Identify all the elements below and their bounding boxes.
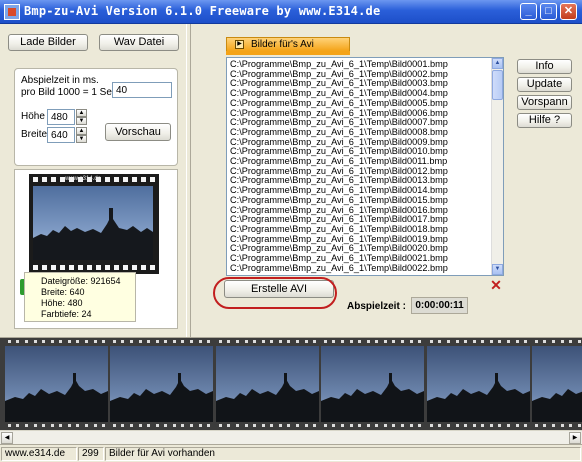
film-caption: www.e314.de (65, 176, 102, 182)
preview-button[interactable]: Vorschau (105, 123, 171, 141)
duration-label-line1: Abspielzeit in ms. (21, 75, 99, 86)
close-button[interactable]: ✕ (560, 3, 577, 20)
file-height: Höhe: 480 (41, 298, 83, 308)
tab-underline (226, 51, 350, 55)
height-input[interactable]: 480 (47, 109, 75, 125)
scroll-left-icon[interactable]: ◀ (1, 432, 13, 444)
highlight-ring (213, 277, 337, 309)
play-icon: ▶ (235, 40, 244, 49)
thumbnail-frame[interactable] (321, 339, 424, 429)
duration-input[interactable]: 40 (112, 82, 172, 98)
preview-image (33, 186, 153, 260)
spin-down-icon[interactable]: ▼ (76, 117, 87, 125)
file-width: Breite: 640 (41, 287, 85, 297)
scroll-down-icon[interactable]: ▼ (492, 264, 503, 275)
info-button[interactable]: Info (517, 59, 572, 74)
height-label: Höhe (21, 111, 45, 122)
thumbnail-frame[interactable] (532, 339, 582, 429)
file-list-items: C:\Programme\Bmp_zu_Avi_6_1\Temp\Bild000… (227, 58, 503, 273)
scroll-thumb[interactable] (492, 70, 503, 100)
file-color-depth: Farbtiefe: 24 (41, 309, 92, 319)
file-list[interactable]: C:\Programme\Bmp_zu_Avi_6_1\Temp\Bild000… (226, 57, 504, 276)
thumbnail-frame[interactable] (427, 339, 530, 429)
scroll-right-icon[interactable]: ▶ (569, 432, 581, 444)
title-bar: Bmp-zu-Avi Version 6.1.0 Freeware by www… (0, 0, 582, 24)
status-site: www.e314.de (1, 447, 77, 461)
maximize-button[interactable]: □ (540, 3, 557, 20)
status-count: 299 (78, 447, 104, 461)
help-button[interactable]: Hilfe ? (517, 113, 572, 128)
spin-down-icon[interactable]: ▼ (76, 135, 87, 143)
file-info-box: Dateigröße: 921654 Breite: 640 Höhe: 480… (24, 272, 136, 322)
file-list-scrollbar[interactable]: ▲ ▼ (491, 58, 503, 275)
total-duration-label: Abspielzeit : (347, 301, 406, 312)
load-images-button[interactable]: Lade Bilder (8, 34, 88, 51)
settings-group: Abspielzeit in ms. pro Bild 1000 = 1 Sec… (14, 68, 178, 166)
left-panel: Lade Bilder Wav Datei Abspielzeit in ms.… (0, 24, 186, 337)
film-preview: www.e314.de (29, 174, 159, 274)
minimize-button[interactable]: _ (520, 3, 537, 20)
list-item[interactable]: C:\Programme\Bmp_zu_Avi_6_1\Temp\Bild002… (230, 263, 503, 274)
width-input[interactable]: 640 (47, 127, 75, 143)
width-spinner[interactable]: ▲ ▼ (76, 127, 87, 143)
duration-label-line2: pro Bild 1000 = 1 Sec. (21, 87, 120, 98)
thumbnail-frame[interactable] (110, 339, 213, 429)
width-label: Breite (21, 129, 48, 140)
thumbnail-scrollbar[interactable]: ◀ ▶ (0, 430, 582, 444)
update-button[interactable]: Update (517, 77, 572, 92)
total-duration-value: 0:00:00:11 (411, 297, 468, 314)
delete-icon[interactable]: ✕ (489, 278, 503, 293)
spin-up-icon[interactable]: ▲ (76, 109, 87, 117)
window-title: Bmp-zu-Avi Version 6.1.0 Freeware by www… (24, 4, 381, 18)
tab-images-for-avi[interactable]: ▶ Bilder für's Avi (226, 37, 350, 51)
thumbnail-frame[interactable] (216, 339, 319, 429)
thumbnail-frame[interactable] (5, 339, 108, 429)
file-size: Dateigröße: 921654 (41, 276, 121, 286)
status-bar: www.e314.de 299 Bilder für Avi vorhanden (0, 444, 582, 462)
scroll-up-icon[interactable]: ▲ (492, 58, 503, 69)
app-icon (4, 4, 20, 20)
spin-up-icon[interactable]: ▲ (76, 127, 87, 135)
status-message: Bilder für Avi vorhanden (105, 447, 581, 461)
wav-file-button[interactable]: Wav Datei (99, 34, 179, 51)
height-spinner[interactable]: ▲ ▼ (76, 109, 87, 125)
tab-label: Bilder für's Avi (251, 39, 314, 50)
film-perforations (33, 265, 155, 271)
thumbnail-strip (0, 337, 582, 430)
intro-button[interactable]: Vorspann (517, 95, 572, 110)
